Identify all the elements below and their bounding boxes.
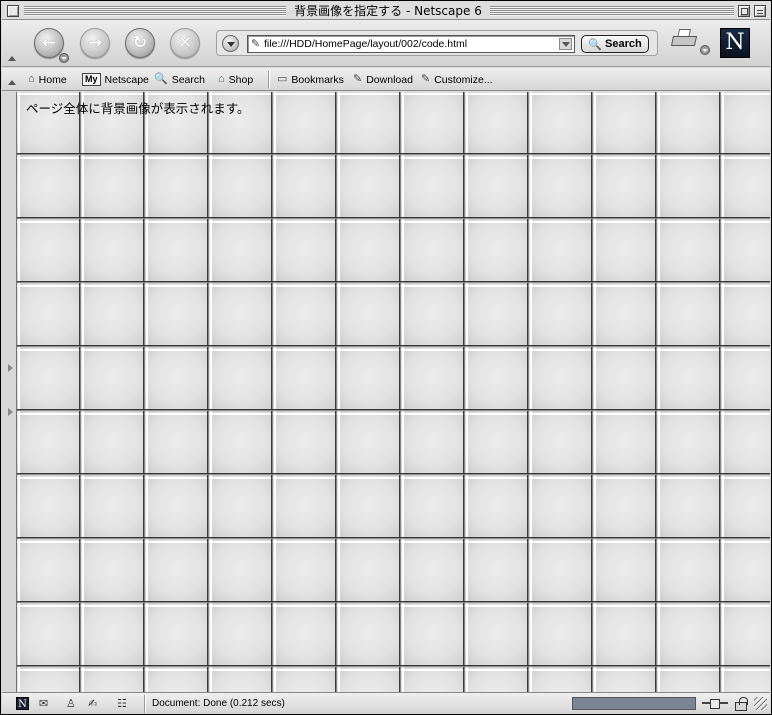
sidebar-gutter[interactable] <box>2 92 16 692</box>
collapse-box-icon[interactable] <box>754 5 766 17</box>
stop-icon: ✕ <box>177 32 193 53</box>
reload-button[interactable]: ↻ <box>125 28 155 58</box>
page-content: ページ全体に背景画像が表示されます。 <box>16 92 770 692</box>
sidebar-open-arrow-icon[interactable] <box>8 364 13 372</box>
mail-icon[interactable]: ✉ <box>39 697 48 711</box>
magnifier-icon: 🔍 <box>588 38 602 51</box>
personal-toolbar-grip-icon[interactable] <box>8 80 16 86</box>
zoom-box-icon[interactable] <box>738 5 750 17</box>
bookmarks-button[interactable]: ▭ Bookmarks <box>277 72 344 87</box>
search-icon: 🔍 <box>154 73 168 85</box>
bookmarks-folder-icon: ▭ <box>277 73 288 85</box>
address-book-icon[interactable]: ☷ <box>117 697 127 711</box>
forward-button[interactable]: → <box>80 28 110 58</box>
url-dropdown-icon[interactable] <box>559 38 572 50</box>
progress-bar <box>572 697 696 710</box>
customize-icon: ✎ <box>421 73 431 85</box>
back-arrow-icon: ← <box>41 32 57 53</box>
shop-icon: ⌂ <box>218 73 225 85</box>
toolbar-separator <box>268 71 269 88</box>
status-text: Document: Done (0.212 secs) <box>152 698 285 709</box>
forward-arrow-icon: → <box>87 32 103 53</box>
title-stripes-right <box>490 6 734 16</box>
netscape-logo-icon[interactable]: N <box>720 28 750 58</box>
home-button[interactable]: ⌂ Home <box>28 72 67 87</box>
window-title: 背景画像を指定する - Netscape 6 <box>294 4 482 18</box>
customize-link[interactable]: ✎ Customize... <box>421 72 493 87</box>
print-dropdown-icon[interactable] <box>700 45 710 55</box>
url-bar: ✎ file:///HDD/HomePage/layout/002/code.h… <box>216 30 658 56</box>
instant-messenger-icon[interactable]: ♙ <box>66 697 76 711</box>
browser-window: 背景画像を指定する - Netscape 6 ← → ↻ ✕ ✎ file://… <box>0 0 772 715</box>
status-bar: N ✉ ♙ ✍ ☷ Document: Done (0.212 secs) <box>2 692 770 714</box>
my-netscape-icon: My <box>82 73 101 86</box>
close-box-icon[interactable] <box>7 5 19 17</box>
composer-icon[interactable]: ✍ <box>88 697 97 711</box>
sidebar-open-arrow-icon[interactable] <box>8 408 13 416</box>
back-history-dropdown-icon[interactable] <box>59 53 69 63</box>
status-separator <box>144 695 145 713</box>
download-link[interactable]: ✎ Download <box>353 72 413 87</box>
page-proxy-icon[interactable]: ✎ <box>251 37 260 51</box>
navigation-toolbar: ← → ↻ ✕ ✎ file:///HDD/HomePage/layout/00… <box>2 20 770 67</box>
url-text: file:///HDD/HomePage/layout/002/code.htm… <box>264 38 468 50</box>
my-netscape-button[interactable]: My Netscape <box>82 72 149 87</box>
print-icon[interactable] <box>670 28 700 52</box>
online-status-icon[interactable] <box>702 698 728 709</box>
personal-toolbar: ⌂ Home My Netscape 🔍 Search ⌂ Shop ▭ Boo… <box>2 68 770 91</box>
download-icon: ✎ <box>353 73 363 85</box>
title-bar[interactable]: 背景画像を指定する - Netscape 6 <box>2 2 770 20</box>
search-link[interactable]: 🔍 Search <box>154 72 205 87</box>
shop-link[interactable]: ⌂ Shop <box>218 72 253 87</box>
navbar-grip-icon[interactable] <box>8 56 16 62</box>
title-stripes-left <box>24 6 286 16</box>
url-input[interactable]: ✎ file:///HDD/HomePage/layout/002/code.h… <box>247 35 575 53</box>
content-paragraph: ページ全体に背景画像が表示されます。 <box>26 101 250 116</box>
url-history-dropdown-icon[interactable] <box>222 35 239 52</box>
home-icon: ⌂ <box>28 73 35 85</box>
security-lock-icon[interactable] <box>734 697 748 711</box>
reload-icon: ↻ <box>132 32 148 53</box>
search-button[interactable]: 🔍 Search <box>581 35 649 53</box>
search-button-label: Search <box>605 38 642 50</box>
stop-button[interactable]: ✕ <box>170 28 200 58</box>
netscape-component-icon[interactable]: N <box>16 697 29 710</box>
resize-grip-icon[interactable] <box>754 697 767 710</box>
